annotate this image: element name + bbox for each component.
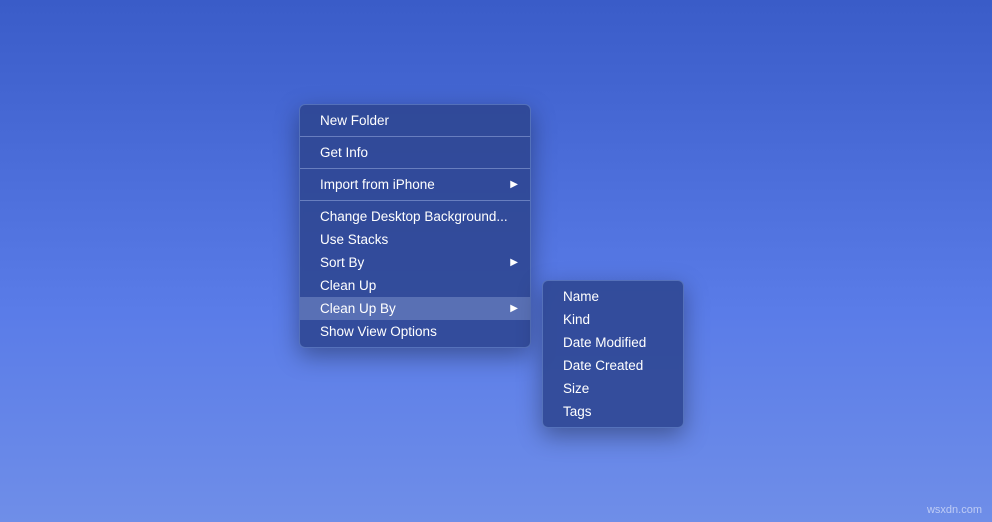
menu-separator: [300, 136, 530, 137]
menu-item-use-stacks[interactable]: Use Stacks: [300, 228, 530, 251]
submenu-item-size[interactable]: Size: [543, 377, 683, 400]
menu-separator: [300, 168, 530, 169]
menu-item-get-info[interactable]: Get Info: [300, 141, 530, 164]
menu-item-new-folder[interactable]: New Folder: [300, 109, 530, 132]
menu-item-label: Change Desktop Background...: [320, 207, 508, 226]
menu-item-label: Clean Up: [320, 276, 376, 295]
menu-separator: [300, 200, 530, 201]
submenu-item-name[interactable]: Name: [543, 285, 683, 308]
menu-item-change-desktop-background[interactable]: Change Desktop Background...: [300, 205, 530, 228]
menu-item-label: Tags: [563, 402, 592, 421]
chevron-right-icon: ▶: [496, 175, 518, 194]
menu-item-sort-by[interactable]: Sort By ▶: [300, 251, 530, 274]
menu-item-label: Clean Up By: [320, 299, 396, 318]
chevron-right-icon: ▶: [496, 253, 518, 272]
clean-up-by-submenu: Name Kind Date Modified Date Created Siz…: [542, 280, 684, 428]
submenu-item-kind[interactable]: Kind: [543, 308, 683, 331]
chevron-right-icon: ▶: [496, 299, 518, 318]
menu-item-label: Size: [563, 379, 589, 398]
menu-item-label: Date Modified: [563, 333, 646, 352]
menu-item-clean-up-by[interactable]: Clean Up By ▶: [300, 297, 530, 320]
menu-item-label: New Folder: [320, 111, 389, 130]
submenu-item-date-modified[interactable]: Date Modified: [543, 331, 683, 354]
submenu-item-date-created[interactable]: Date Created: [543, 354, 683, 377]
submenu-item-tags[interactable]: Tags: [543, 400, 683, 423]
menu-item-import-from-iphone[interactable]: Import from iPhone ▶: [300, 173, 530, 196]
desktop-context-menu: New Folder Get Info Import from iPhone ▶…: [299, 104, 531, 348]
menu-item-clean-up[interactable]: Clean Up: [300, 274, 530, 297]
menu-item-label: Date Created: [563, 356, 643, 375]
menu-item-label: Sort By: [320, 253, 364, 272]
menu-item-show-view-options[interactable]: Show View Options: [300, 320, 530, 343]
menu-item-label: Name: [563, 287, 599, 306]
watermark-text: wsxdn.com: [927, 504, 982, 516]
menu-item-label: Use Stacks: [320, 230, 388, 249]
menu-item-label: Get Info: [320, 143, 368, 162]
menu-item-label: Import from iPhone: [320, 175, 435, 194]
menu-item-label: Kind: [563, 310, 590, 329]
menu-item-label: Show View Options: [320, 322, 437, 341]
